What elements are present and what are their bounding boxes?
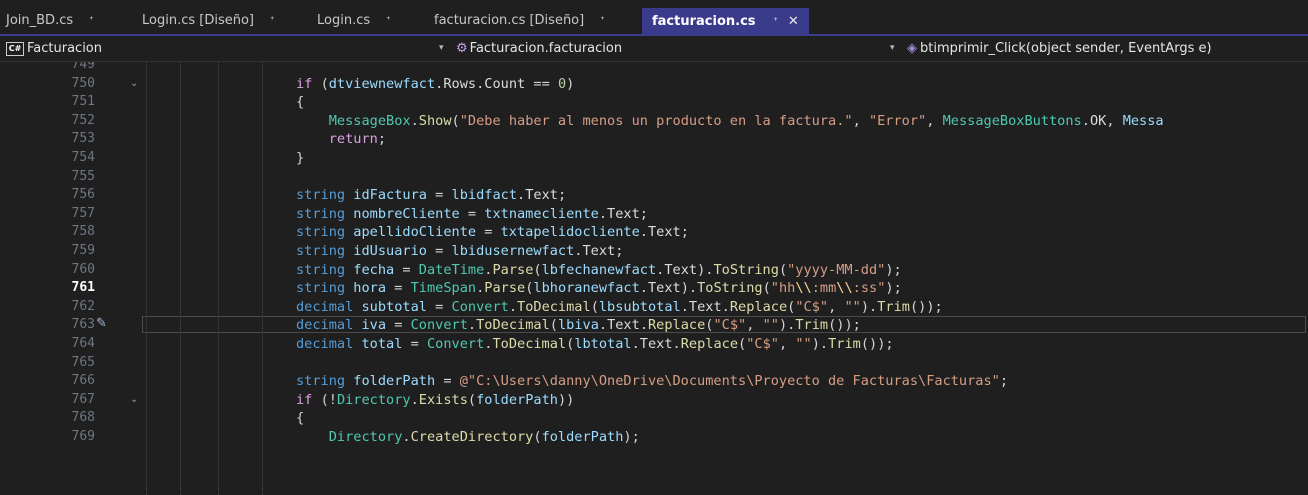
fold-toggle-icon[interactable]: ⌄ [130, 391, 138, 410]
code-line[interactable]: 749 [0, 62, 1308, 75]
close-icon[interactable]: ✕ [788, 14, 799, 29]
line-number: 757 [71, 205, 95, 221]
code-text[interactable]: decimal subtotal = Convert.ToDecimal(lbs… [296, 298, 943, 317]
line-number: 765 [71, 354, 95, 370]
fold-toggle-icon[interactable]: ⌄ [130, 75, 138, 94]
code-line[interactable]: 768 { [0, 409, 1308, 428]
line-number: 758 [71, 224, 95, 240]
code-text[interactable]: decimal iva = Convert.ToDecimal(lbiva.Te… [296, 316, 861, 335]
chevron-down-icon[interactable]: ▾ [890, 36, 895, 61]
tab-label: Join_BD.cs [6, 13, 74, 28]
code-text[interactable]: string folderPath = @"C:\Users\danny\One… [296, 372, 1008, 391]
line-number: 750 [71, 75, 95, 91]
member-dropdown[interactable]: ◈ btimprimir_Click(object sender, EventAr… [907, 36, 1307, 61]
tab-facturacion-cs[interactable]: facturacion.cs ᐩ ✕ [642, 8, 809, 36]
code-line[interactable]: 758 string apellidoCliente = txtapelidocl… [0, 223, 1308, 242]
code-line[interactable]: 767 ⌄ if (!Directory.Exists(folderPath)) [0, 391, 1308, 410]
code-text[interactable]: string nombreCliente = txtnamecliente.Te… [296, 205, 648, 224]
code-text[interactable]: string apellidoCliente = txtapelidoclien… [296, 223, 689, 242]
tab-facturacion-designer[interactable]: facturacion.cs [Diseño] ᐩ [434, 8, 605, 34]
code-text[interactable]: string hora = TimeSpan.Parse(lbhoranewfa… [296, 279, 902, 298]
project-dropdown[interactable]: C# Facturacion [6, 36, 446, 61]
code-line[interactable]: 765 [0, 354, 1308, 373]
line-number: 759 [71, 243, 95, 258]
tab-login-designer[interactable]: Login.cs [Diseño] ᐩ [142, 8, 274, 34]
pin-icon[interactable]: ᐩ [386, 8, 390, 34]
chevron-down-icon[interactable]: ▾ [439, 36, 444, 61]
line-number: 756 [71, 187, 95, 203]
pin-icon[interactable]: ᐩ [774, 8, 778, 36]
code-line[interactable]: 757 string nombreCliente = txtnamecliente… [0, 205, 1308, 224]
code-text[interactable]: Directory.CreateDirectory(folderPath); [296, 428, 640, 447]
line-number: 760 [71, 261, 95, 277]
pin-icon[interactable]: ᐩ [270, 8, 274, 34]
project-name: Facturacion [27, 41, 102, 56]
line-number: 754 [71, 150, 95, 165]
code-line[interactable]: 759 string idUsuario = lbidusernewfact.Te… [0, 242, 1308, 261]
pin-icon[interactable]: ᐩ [89, 8, 93, 34]
code-line[interactable]: 753 return; [0, 130, 1308, 149]
line-number: 762 [71, 298, 95, 314]
code-line[interactable]: 763 decimal iva = Convert.ToDecimal(lbiva… [0, 316, 1308, 335]
pin-icon[interactable]: ᐩ [600, 8, 604, 34]
code-text[interactable]: decimal total = Convert.ToDecimal(lbtota… [296, 335, 894, 354]
code-line[interactable]: 755 [0, 168, 1308, 187]
line-number: 767 [71, 391, 95, 407]
code-text[interactable]: string fecha = DateTime.Parse(lbfechanew… [296, 261, 902, 280]
code-line[interactable]: 764 decimal total = Convert.ToDecimal(lbt… [0, 335, 1308, 354]
line-number: 755 [71, 168, 95, 184]
csharp-project-icon: C# [6, 41, 24, 56]
line-number: 764 [71, 336, 95, 351]
code-line[interactable]: 766 string folderPath = @"C:\Users\danny\… [0, 372, 1308, 391]
navigation-bar: C# Facturacion ▾ ⚙ Facturacion.facturacion… [0, 36, 1308, 62]
line-number: 766 [71, 373, 95, 389]
member-name: btimprimir_Click(object sender, EventArg… [920, 41, 1212, 56]
tab-label: Login.cs [Diseño] [142, 13, 254, 28]
code-text[interactable]: if (!Directory.Exists(folderPath)) [296, 391, 574, 410]
tab-label: facturacion.cs [652, 14, 756, 29]
tab-join-bd-cs[interactable]: Join_BD.cs ᐩ [6, 8, 93, 34]
code-line[interactable]: 751 { [0, 93, 1308, 112]
document-tab-bar: Join_BD.cs ᐩ Login.cs [Diseño] ᐩ Login.cs ᐩ… [0, 0, 1308, 36]
code-text[interactable]: string idFactura = lbidfact.Text; [296, 186, 566, 205]
class-name: Facturacion.facturacion [469, 41, 623, 56]
line-number: 753 [71, 131, 95, 147]
code-text[interactable]: } [296, 149, 304, 168]
code-line[interactable]: 761 string hora = TimeSpan.Parse(lbhorane… [0, 279, 1308, 298]
code-text[interactable]: { [296, 93, 304, 112]
code-line[interactable]: 756 string idFactura = lbidfact.Text; [0, 186, 1308, 205]
line-number: 763 [71, 317, 95, 333]
line-number: 751 [71, 94, 95, 110]
code-line[interactable]: 754} [0, 149, 1308, 168]
class-dropdown[interactable]: ⚙ Facturacion.facturacion [456, 36, 892, 61]
line-number: 769 [71, 429, 95, 444]
code-text[interactable]: MessageBox.Show("Debe haber al menos un … [296, 112, 1164, 131]
code-line[interactable]: 750 ⌄ if (dtviewnewfact.Rows.Count == 0) [0, 75, 1308, 94]
code-line[interactable]: 760 string fecha = DateTime.Parse(lbfecha… [0, 261, 1308, 280]
code-text[interactable]: { [296, 409, 304, 428]
code-line[interactable]: 769 Directory.CreateDirectory(folderPath… [0, 428, 1308, 447]
code-editor[interactable]: ✎ 749 750 ⌄ if (dtviewnewfact.Rows.Count ==… [0, 62, 1308, 495]
line-number: 768 [71, 410, 95, 426]
line-number: 761 [71, 280, 95, 296]
code-text[interactable]: if (dtviewnewfact.Rows.Count == 0) [296, 75, 574, 94]
tab-label: facturacion.cs [Diseño] [434, 13, 585, 28]
code-text[interactable]: string idUsuario = lbidusernewfact.Text; [296, 242, 623, 261]
class-icon: ⚙ [456, 41, 468, 56]
method-icon: ◈ [907, 41, 917, 56]
code-line[interactable]: 762 decimal subtotal = Convert.ToDecimal(… [0, 298, 1308, 317]
tab-label: Login.cs [317, 13, 371, 28]
code-text[interactable]: return; [296, 130, 386, 149]
code-line[interactable]: 752 MessageBox.Show("Debe haber al menos… [0, 112, 1308, 131]
tab-login-cs[interactable]: Login.cs ᐩ [317, 8, 390, 34]
line-number: 752 [71, 112, 95, 128]
line-number: 749 [71, 62, 95, 72]
